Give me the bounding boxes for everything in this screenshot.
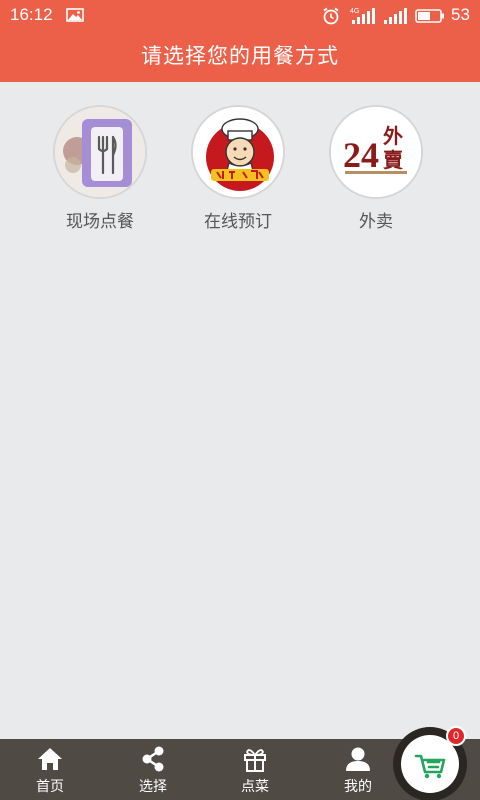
logo-char-1: 外	[383, 124, 403, 148]
option-label: 在线预订	[204, 212, 272, 232]
logo-24: 24	[343, 135, 379, 175]
nav-label: 选择	[139, 779, 167, 795]
delivery-24-icon: 24 外 賣	[331, 107, 421, 197]
home-icon	[38, 748, 62, 770]
nav-select[interactable]: 选择	[103, 739, 203, 800]
battery-icon	[415, 9, 445, 28]
share-icon	[142, 746, 164, 772]
gift-icon	[244, 749, 266, 772]
alarm-icon	[322, 7, 340, 30]
dine-in-image[interactable]	[53, 105, 147, 199]
signal-icon	[384, 8, 408, 29]
nav-label: 点菜	[241, 779, 269, 795]
nav-label: 我的	[344, 779, 372, 795]
nav-home[interactable]: 首页	[0, 739, 100, 800]
signal-4g-icon: 4G	[350, 6, 376, 31]
photo-icon	[66, 8, 84, 27]
status-bar: 16:12 4G 53	[0, 0, 480, 32]
status-time: 16:12	[10, 5, 53, 24]
header-bar: 16:12 4G 53 请选择您的用餐方式	[0, 0, 480, 82]
page-title: 请选择您的用餐方式	[141, 44, 339, 68]
option-takeout[interactable]: 24 外 賣 外卖	[306, 105, 446, 232]
option-label: 现场点餐	[66, 212, 134, 232]
logo-char-2: 賣	[383, 148, 404, 172]
nav-label: 首页	[36, 779, 64, 795]
network-type-label: 4G	[350, 8, 359, 15]
chef-icon	[193, 107, 283, 197]
battery-level: 53	[451, 5, 470, 24]
cutlery-icon	[55, 107, 145, 197]
reservation-image[interactable]	[191, 105, 285, 199]
option-reservation[interactable]: 在线预订	[168, 105, 308, 232]
option-label: 外卖	[359, 212, 393, 232]
cart-count-badge: 0	[446, 726, 466, 746]
option-dine-in[interactable]: 现场点餐	[30, 105, 170, 232]
nav-order[interactable]: 点菜	[205, 739, 305, 800]
user-icon	[346, 747, 370, 771]
takeout-image[interactable]: 24 外 賣	[329, 105, 423, 199]
